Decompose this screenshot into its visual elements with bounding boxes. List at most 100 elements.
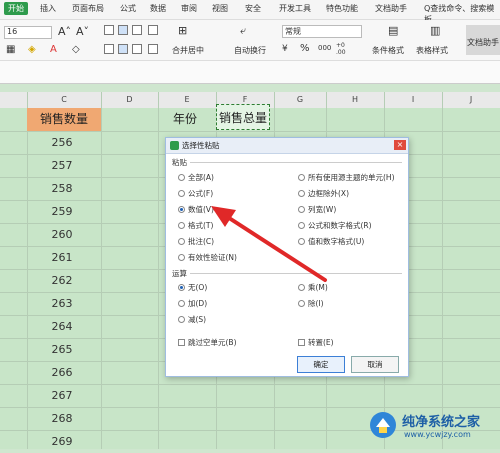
paste-formula-option[interactable]: 公式(F): [178, 188, 213, 199]
tab-formula[interactable]: 公式: [120, 3, 136, 14]
align-bottom-icon[interactable]: [132, 25, 142, 35]
table-cell[interactable]: 267: [27, 384, 97, 407]
decimal-icon[interactable]: +0.00: [336, 42, 346, 56]
table-cell[interactable]: 268: [27, 407, 97, 430]
table-cell[interactable]: 263: [27, 292, 97, 315]
percent-button[interactable]: %: [300, 43, 310, 54]
align-middle-icon[interactable]: [118, 25, 128, 35]
paste-validation-option[interactable]: 有效性验证(N): [178, 252, 237, 263]
align-right-icon[interactable]: [132, 44, 142, 54]
paste-except-borders-option[interactable]: 边框除外(X): [298, 188, 349, 199]
tab-developer[interactable]: 开发工具: [279, 3, 311, 14]
wrap-text-button[interactable]: 自动换行: [234, 45, 266, 56]
column-header-c[interactable]: C: [27, 92, 101, 109]
paste-values-option[interactable]: 数值(V): [178, 204, 214, 215]
table-cell[interactable]: 264: [27, 315, 97, 338]
sales-total-cell[interactable]: 销售总量: [216, 104, 270, 130]
currency-icon[interactable]: ¥: [282, 44, 288, 54]
table-cell[interactable]: 256: [27, 131, 97, 154]
paste-comments-option[interactable]: 批注(C): [178, 236, 214, 247]
tab-page-layout[interactable]: 页面布局: [72, 3, 104, 14]
operation-none-option[interactable]: 无(O): [178, 282, 207, 293]
table-style-icon[interactable]: ▥: [430, 24, 440, 37]
table-cell[interactable]: 265: [27, 338, 97, 361]
table-cell[interactable]: 269: [27, 430, 97, 453]
radio-selected-icon: [178, 284, 185, 291]
fill-color-icon[interactable]: ◈: [28, 44, 36, 55]
table-cell[interactable]: 261: [27, 246, 97, 269]
border-icon[interactable]: ▦: [6, 44, 15, 55]
tab-home[interactable]: 开始: [4, 2, 28, 15]
paste-format-option[interactable]: 格式(T): [178, 220, 213, 231]
table-cell[interactable]: 258: [27, 177, 97, 200]
merge-icon[interactable]: ⊞: [178, 24, 187, 37]
align-top-icon[interactable]: [104, 25, 114, 35]
thousands-button[interactable]: 000: [318, 44, 331, 52]
font-color-icon[interactable]: A: [50, 44, 57, 55]
grid-line: [101, 92, 102, 449]
column-header-g[interactable]: G: [274, 92, 326, 109]
dialog-titlebar[interactable]: 选择性粘贴 ×: [166, 138, 408, 154]
operation-section-label: 运算: [172, 269, 187, 278]
year-cell[interactable]: 年份: [158, 108, 212, 131]
font-size-select[interactable]: 16: [4, 26, 52, 39]
transpose-checkbox[interactable]: 转置(E): [298, 337, 334, 348]
option-label: 值和数字格式(U): [308, 237, 365, 246]
option-label: 无(O): [188, 283, 208, 292]
paste-special-dialog: 选择性粘贴 × 粘贴 全部(A) 公式(F) 数值(V) 格式(T) 批注(C)…: [165, 137, 409, 377]
align-center-icon[interactable]: [118, 44, 128, 54]
tab-doc-helper[interactable]: 文档助手: [375, 3, 407, 14]
column-header-i[interactable]: I: [384, 92, 442, 109]
operation-add-option[interactable]: 加(D): [178, 298, 207, 309]
table-cell[interactable]: 262: [27, 269, 97, 292]
radio-icon: [178, 222, 185, 229]
operation-multiply-option[interactable]: 乘(M): [298, 282, 328, 293]
table-style-button[interactable]: 表格样式: [416, 45, 448, 56]
paste-source-theme-option[interactable]: 所有使用源主题的单元(H): [298, 172, 395, 183]
operation-subtract-option[interactable]: 减(S): [178, 314, 206, 325]
column-header-h[interactable]: H: [326, 92, 384, 109]
doc-helper-button[interactable]: 文档助手: [466, 25, 500, 55]
dialog-title: 选择性粘贴: [182, 141, 220, 150]
eraser-icon[interactable]: ◇: [72, 44, 80, 55]
paste-column-width-option[interactable]: 列宽(W): [298, 204, 336, 215]
option-label: 所有使用源主题的单元(H): [308, 173, 395, 182]
paste-formula-number-option[interactable]: 公式和数字格式(R): [298, 220, 372, 231]
tab-security[interactable]: 安全: [245, 3, 261, 14]
paste-all-option[interactable]: 全部(A): [178, 172, 214, 183]
close-icon[interactable]: ×: [394, 140, 406, 150]
tab-review[interactable]: 审阅: [181, 3, 197, 14]
checkbox-icon: [298, 339, 305, 346]
skip-blanks-checkbox[interactable]: 跳过空单元(B): [178, 337, 237, 348]
ribbon-tabs: 开始 插入 页面布局 公式 数据 审阅 视图 安全 开发工具 特色功能 文档助手…: [0, 0, 500, 24]
cond-format-icon[interactable]: ▤: [388, 24, 398, 37]
font-shrink-icon[interactable]: A˅: [76, 25, 89, 38]
column-header-j[interactable]: J: [442, 92, 500, 109]
table-cell[interactable]: 260: [27, 223, 97, 246]
cond-format-button[interactable]: 条件格式: [372, 45, 404, 56]
radio-icon: [298, 222, 305, 229]
column-header-e[interactable]: E: [158, 92, 216, 109]
align-left-icon[interactable]: [104, 44, 114, 54]
cancel-button[interactable]: 取消: [351, 356, 399, 373]
table-cell[interactable]: 259: [27, 200, 97, 223]
tab-view[interactable]: 视图: [212, 3, 228, 14]
option-label: 有效性验证(N): [188, 253, 237, 262]
wrap-icon[interactable]: ⤶: [240, 24, 246, 38]
tab-features[interactable]: 特色功能: [326, 3, 358, 14]
merge-center-button[interactable]: 合并居中: [172, 45, 204, 56]
radio-icon: [298, 238, 305, 245]
operation-divide-option[interactable]: 除(I): [298, 298, 324, 309]
number-format-select[interactable]: 常规: [282, 25, 362, 38]
table-cell[interactable]: 257: [27, 154, 97, 177]
column-header-d[interactable]: D: [101, 92, 158, 109]
indent-icon[interactable]: [148, 25, 158, 35]
table-cell[interactable]: 266: [27, 361, 97, 384]
tab-insert[interactable]: 插入: [40, 3, 56, 14]
paste-value-number-option[interactable]: 值和数字格式(U): [298, 236, 364, 247]
tab-data[interactable]: 数据: [150, 3, 166, 14]
sales-quantity-header[interactable]: 销售数量: [27, 108, 101, 131]
ok-button[interactable]: 确定: [297, 356, 345, 373]
justify-icon[interactable]: [148, 44, 158, 54]
font-grow-icon[interactable]: A˄: [58, 25, 71, 38]
